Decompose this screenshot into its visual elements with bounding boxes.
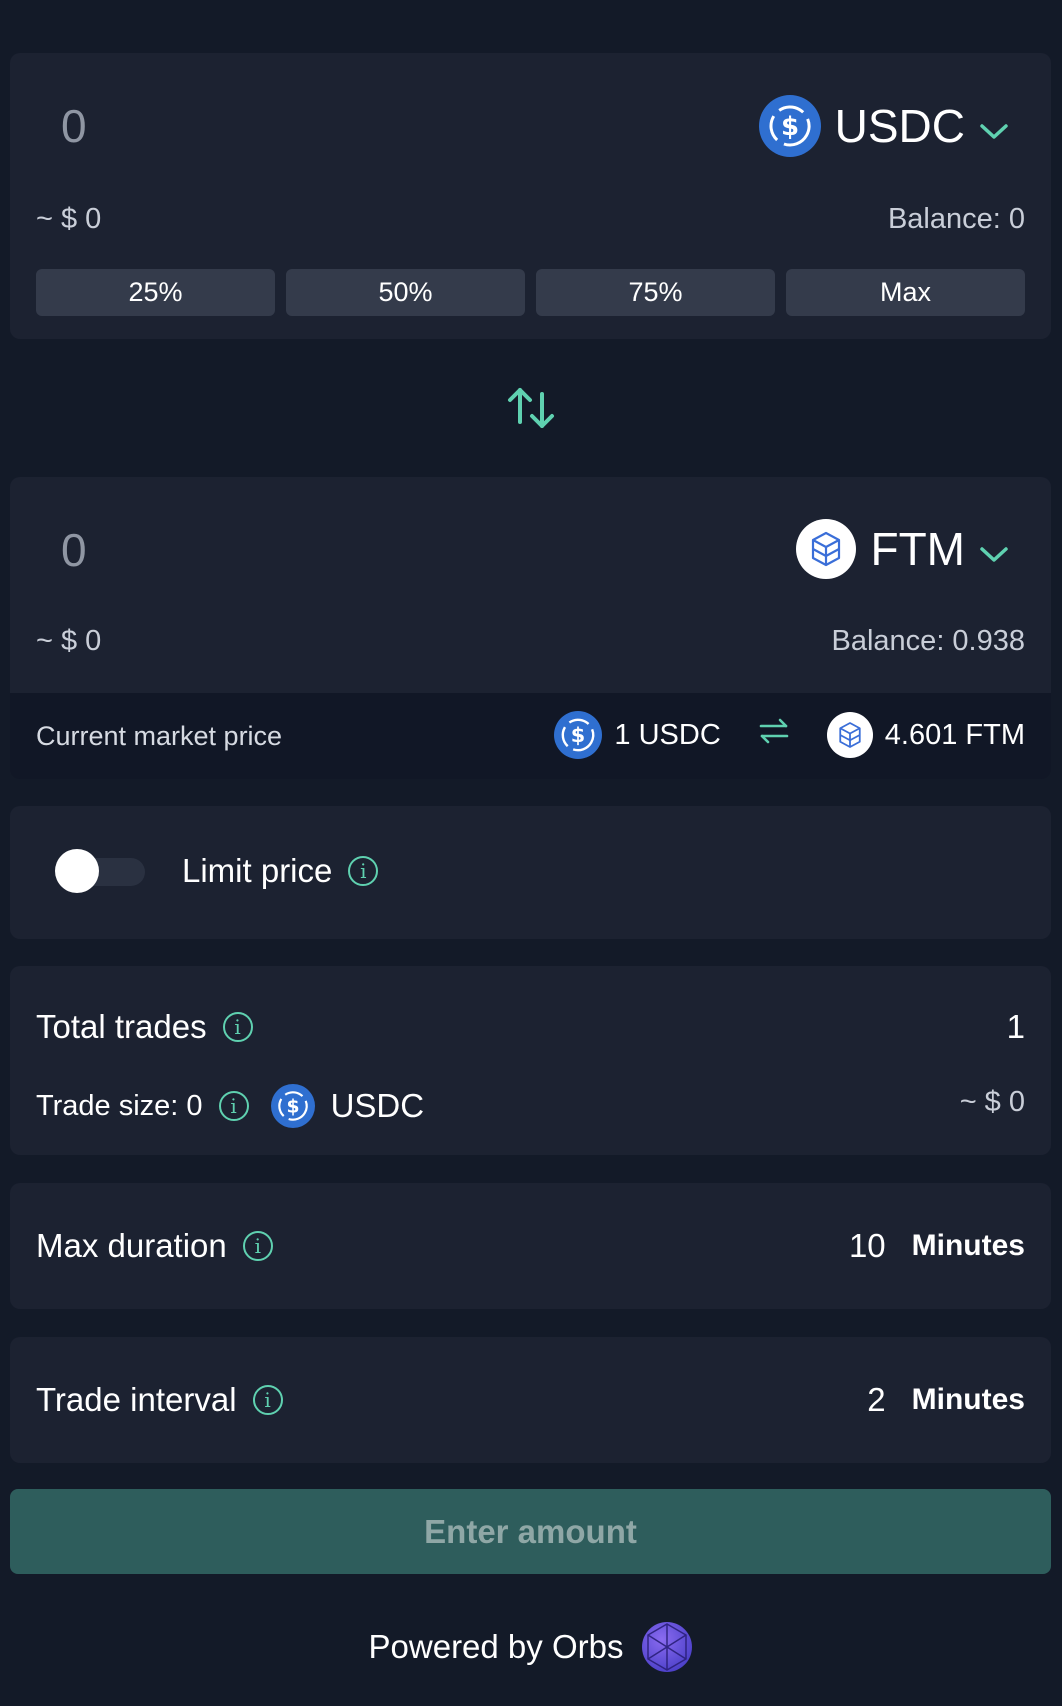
percent-75-button[interactable]: 75% [536,269,775,316]
total-trades-label: Total trades [36,1008,207,1045]
market-price-bar: Current market price $ 1 USDC 4.601 FTM [10,693,1051,779]
to-usd-value: ~ $ 0 [36,625,102,657]
svg-text:$: $ [781,112,799,142]
trade-size-row: Trade size: 0 i $ USDC [36,1084,424,1128]
total-trades-card: Total trades i 1 Trade size: 0 i $ USDC … [10,966,1051,1155]
from-amount-input[interactable]: 0 [61,99,87,153]
info-icon[interactable]: i [242,1231,273,1261]
max-duration-card: Max duration i 10 Minutes [10,1183,1051,1309]
trade-size-token: USDC [330,1087,425,1124]
svg-text:$: $ [286,1096,299,1117]
percent-buttons: 25% 50% 75% Max [36,269,1025,316]
to-token-selector[interactable]: FTM [796,519,1009,579]
percent-max-button[interactable]: Max [786,269,1025,316]
max-duration-label: Max duration [36,1227,227,1264]
info-icon[interactable]: i [348,856,379,886]
limit-price-label: Limit price [182,852,333,889]
info-icon[interactable]: i [218,1091,249,1121]
max-duration-label-group: Max duration i [36,1227,273,1265]
info-icon[interactable]: i [222,1012,253,1042]
orbs-logo-icon[interactable] [641,1621,693,1673]
ftm-icon [826,712,873,758]
usdc-icon: $ [554,711,603,759]
total-trades-label-group: Total trades i [36,1008,253,1046]
svg-text:$: $ [571,723,585,747]
percent-25-button[interactable]: 25% [36,269,275,316]
to-token-symbol: FTM [870,523,965,575]
total-trades-input[interactable]: 1 [1007,1008,1025,1046]
limit-price-label-group: Limit price i [182,852,379,890]
footer: Powered by Orbs [0,1621,1062,1673]
market-price-label: Current market price [36,721,283,751]
max-duration-input[interactable]: 10 Minutes [849,1227,1025,1265]
market-left-value: 1 USDC [614,718,721,751]
info-icon[interactable]: i [252,1385,283,1415]
enter-amount-button[interactable]: Enter amount [10,1489,1051,1574]
from-token-card: 0 $ USDC ~ $ 0 Balance: 0 25% 50% 75% Ma… [10,53,1051,339]
trade-size-usd: ~ $ 0 [959,1086,1025,1118]
from-balance: Balance: 0 [887,203,1025,235]
market-right-value: 4.601 FTM [884,718,1025,751]
ftm-icon [796,519,857,579]
limit-price-toggle[interactable] [55,849,145,893]
to-amount-input[interactable]: 0 [61,523,87,577]
max-duration-value: 10 [848,1227,886,1264]
trade-interval-card: Trade interval i 2 Minutes [10,1337,1051,1463]
from-token-symbol: USDC [834,100,965,152]
to-balance: Balance: 0.938 [831,625,1025,657]
swap-arrows-icon [759,718,789,752]
trade-interval-label: Trade interval [36,1381,237,1418]
to-token-card: 0 FTM ~ $ 0 Balance: 0.938 [10,477,1051,693]
trade-interval-label-group: Trade interval i [36,1381,283,1419]
percent-50-button[interactable]: 50% [286,269,525,316]
from-token-selector[interactable]: $ USDC [758,95,1009,157]
trade-interval-input[interactable]: 2 Minutes [867,1381,1025,1419]
max-duration-unit-select[interactable]: Minutes [912,1229,1025,1263]
limit-price-card: Limit price i [10,806,1051,939]
from-usd-value: ~ $ 0 [36,203,102,235]
swap-direction-icon[interactable] [506,386,556,430]
trade-interval-unit-select[interactable]: Minutes [912,1383,1025,1417]
chevron-down-icon [979,522,1009,576]
market-price-rate[interactable]: $ 1 USDC 4.601 FTM [554,711,1025,759]
trade-interval-value: 2 [867,1381,886,1418]
total-trades-value: 1 [1006,1008,1025,1045]
usdc-icon: $ [270,1084,315,1128]
chevron-down-icon [979,99,1009,153]
trade-size-label: Trade size: 0 [36,1089,203,1122]
usdc-icon: $ [758,95,821,157]
powered-by-text: Powered by Orbs [368,1628,624,1665]
